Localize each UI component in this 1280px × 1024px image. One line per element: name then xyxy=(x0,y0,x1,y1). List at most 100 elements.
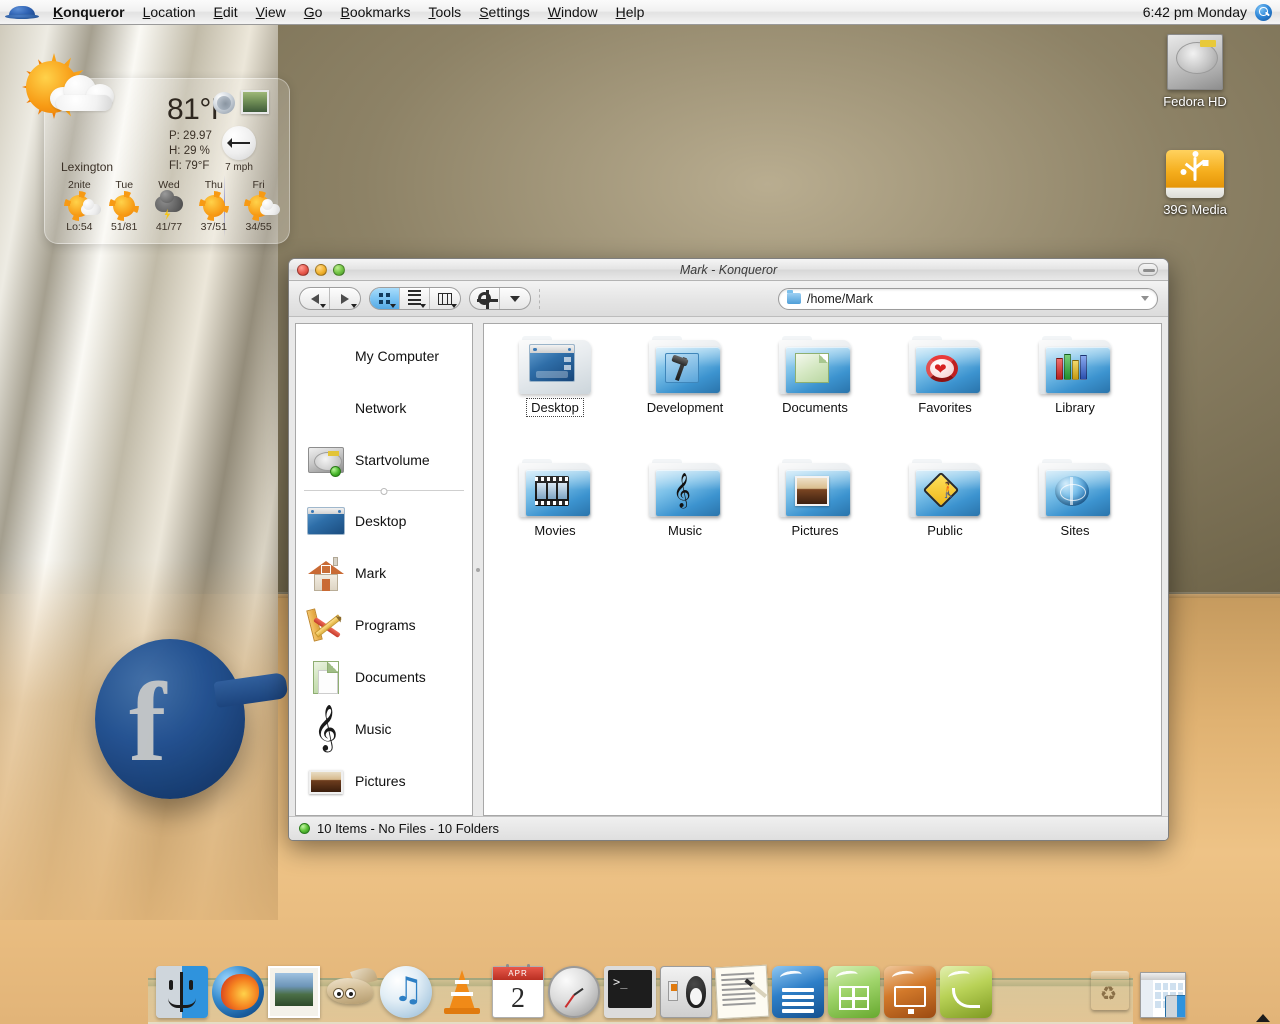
sidebar-places[interactable]: My Computer Network Startvolume Desktop xyxy=(295,323,473,816)
file-item-favorites[interactable]: ❤ Favorites xyxy=(880,332,1010,417)
gimp-icon[interactable] xyxy=(324,964,378,1018)
trash-icon[interactable]: ♻ xyxy=(1084,966,1136,1018)
file-item-desktop[interactable]: Desktop xyxy=(490,332,620,417)
columns-icon xyxy=(438,292,452,305)
globe-icon[interactable] xyxy=(213,92,235,114)
settings-dropdown-button[interactable] xyxy=(500,288,530,309)
file-item-documents[interactable]: Documents xyxy=(750,332,880,417)
terminal-icon[interactable]: >_ xyxy=(604,966,656,1018)
sidebar-item-music[interactable]: 𝄞 Music xyxy=(296,703,472,755)
finder-icon[interactable] xyxy=(156,966,208,1018)
webcam-thumbnail-icon[interactable] xyxy=(241,90,269,114)
toolbar-separator xyxy=(539,288,540,309)
vlc-icon[interactable] xyxy=(436,966,488,1018)
forward-button[interactable] xyxy=(330,288,360,309)
sidebar-splitter[interactable] xyxy=(473,323,483,816)
weather-widget[interactable]: 81°F P: 29.97 H: 29 % Fl: 79°F 7 mph Lex… xyxy=(44,53,290,244)
fedora-hat-icon[interactable] xyxy=(0,5,44,19)
forecast-day-label: Fri xyxy=(252,179,265,191)
sidebar-item-network[interactable]: Network xyxy=(296,382,472,434)
menu-bookmarks[interactable]: Bookmarks xyxy=(331,0,419,24)
file-item-label: Pictures xyxy=(791,523,839,538)
menu-help[interactable]: Help xyxy=(607,0,654,24)
file-item-music[interactable]: 𝄞 Music xyxy=(620,455,750,540)
close-button[interactable] xyxy=(297,263,309,276)
minimized-window-icon[interactable] xyxy=(1140,972,1186,1018)
menu-konqueror[interactable]: Konqueror xyxy=(44,0,134,24)
file-item-public[interactable]: 🚶 Public xyxy=(880,455,1010,540)
menu-window[interactable]: Window xyxy=(539,0,607,24)
movies-folder-icon xyxy=(519,459,591,519)
minimize-button[interactable] xyxy=(315,263,327,276)
sidebar-item-documents[interactable]: Documents xyxy=(296,651,472,703)
calendar-month: APR xyxy=(493,967,543,980)
system-settings-icon[interactable] xyxy=(660,966,712,1018)
location-bar[interactable]: /home/Mark xyxy=(778,287,1158,310)
forecast-temps: 41/77 xyxy=(155,221,183,233)
sidebar-item-pictures[interactable]: Pictures xyxy=(296,755,472,807)
sidebar-item-label: Programs xyxy=(355,617,416,633)
icon-view-button[interactable] xyxy=(370,288,400,309)
sidebar-item-desktop[interactable]: Desktop xyxy=(296,495,472,547)
file-item-sites[interactable]: Sites xyxy=(1010,455,1140,540)
desktop-icon-fedora-hd[interactable]: Fedora HD xyxy=(1140,34,1250,109)
chevron-down-icon xyxy=(420,304,426,308)
file-item-movies[interactable]: Movies xyxy=(490,455,620,540)
weather-condition-icon xyxy=(20,53,120,137)
konqueror-window[interactable]: Mark - Konqueror /home/Mark My Computer … xyxy=(288,258,1169,841)
itunes-icon[interactable]: ♫ xyxy=(380,966,432,1018)
chevron-down-icon[interactable] xyxy=(1141,296,1149,301)
desktop-icon-39g-media[interactable]: 39G Media xyxy=(1140,146,1250,217)
forecast-day: 2nite Lo:54 xyxy=(57,179,102,233)
file-item-pictures[interactable]: Pictures xyxy=(750,455,880,540)
maximize-button[interactable] xyxy=(333,263,345,276)
file-row: Movies 𝄞 Music Pictures 🚶 Public Sites xyxy=(490,455,1155,540)
sidebar-item-mark[interactable]: Mark xyxy=(296,547,472,599)
dock: ♫ APR 2 >_ ♻ xyxy=(148,962,1270,1024)
openoffice-draw-icon[interactable] xyxy=(940,966,992,1018)
menu-go[interactable]: Go xyxy=(295,0,332,24)
list-view-button[interactable] xyxy=(400,288,430,309)
toolbar-toggle-button[interactable] xyxy=(1138,263,1158,276)
hard-drive-icon xyxy=(306,440,346,480)
sidebar-item-startvolume[interactable]: Startvolume xyxy=(296,434,472,486)
menubar-clock[interactable]: 6:42 pm Monday xyxy=(1143,4,1255,20)
text-editor-icon[interactable] xyxy=(714,964,770,1020)
mail-icon[interactable] xyxy=(268,966,320,1018)
window-body: My Computer Network Startvolume Desktop xyxy=(289,317,1168,816)
openoffice-writer-icon[interactable] xyxy=(772,966,824,1018)
menu-location[interactable]: Location xyxy=(134,0,205,24)
thunderstorm-icon xyxy=(147,190,192,219)
clock-icon[interactable] xyxy=(548,966,600,1018)
window-titlebar[interactable]: Mark - Konqueror xyxy=(289,259,1168,281)
grid-icon xyxy=(379,293,390,304)
sidebar-item-my-computer[interactable]: My Computer xyxy=(296,330,472,382)
firefox-icon[interactable] xyxy=(212,966,264,1018)
sun-cloud-icon xyxy=(57,193,102,219)
music-note-icon: 𝄞 xyxy=(314,705,338,751)
file-item-library[interactable]: Library xyxy=(1010,332,1140,417)
menu-edit[interactable]: Edit xyxy=(205,0,247,24)
development-folder-icon xyxy=(649,336,721,396)
sidebar-item-label: Pictures xyxy=(355,773,406,789)
file-item-development[interactable]: Development xyxy=(620,332,750,417)
file-item-label: Movies xyxy=(534,523,576,538)
back-button[interactable] xyxy=(300,288,330,309)
sites-folder-icon xyxy=(1039,459,1111,519)
file-list-area[interactable]: Desktop Development Documents ❤ Favorite… xyxy=(483,323,1162,816)
sidebar-item-programs[interactable]: Programs xyxy=(296,599,472,651)
status-indicator-icon xyxy=(299,823,310,834)
file-item-label: Documents xyxy=(782,400,848,415)
search-icon[interactable] xyxy=(1255,3,1272,21)
menu-settings[interactable]: Settings xyxy=(470,0,539,24)
menu-tools[interactable]: Tools xyxy=(420,0,471,24)
openoffice-calc-icon[interactable] xyxy=(828,966,880,1018)
settings-gear-button[interactable] xyxy=(470,288,500,309)
column-view-button[interactable] xyxy=(430,288,460,309)
calendar-icon[interactable]: APR 2 xyxy=(492,964,544,1018)
openoffice-impress-icon[interactable] xyxy=(884,966,936,1018)
forecast-day: Fri 34/55 xyxy=(236,179,281,233)
status-text: 10 Items - No Files - 10 Folders xyxy=(317,821,500,836)
wallpaper-fedora-logo: f xyxy=(95,629,289,819)
menu-view[interactable]: View xyxy=(247,0,295,24)
